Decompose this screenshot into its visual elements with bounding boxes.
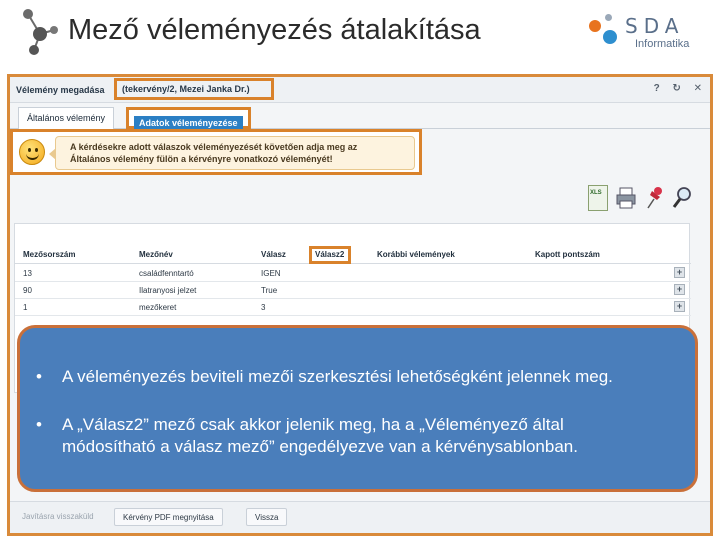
explanation-callout: • A véleményezés beviteli mezői szerkesz… bbox=[17, 325, 698, 492]
cell-field-name: Ilatranyosi jelzet bbox=[139, 286, 197, 295]
open-pdf-button[interactable]: Kérvény PDF megnyitása bbox=[114, 508, 223, 526]
slide-title: Mező véleményezés átalakítása bbox=[68, 14, 481, 46]
bullet-text: A véleményezés beviteli mezői szerkeszté… bbox=[62, 367, 613, 386]
expand-row-button[interactable]: + bbox=[674, 284, 685, 295]
tab-data-review[interactable]: Adatok véleményezése bbox=[126, 107, 251, 130]
sda-logo: SDA Informatika bbox=[587, 12, 712, 56]
smiley-icon bbox=[19, 139, 45, 165]
notice-line: Általános vélemény fülön a kérvényre von… bbox=[70, 154, 333, 164]
brand-subtitle: Informatika bbox=[635, 38, 690, 50]
bullet-text-line: módosítható a válasz mező” engedélyezve … bbox=[62, 437, 578, 456]
column-header[interactable]: Kapott pontszám bbox=[535, 250, 600, 259]
column-header[interactable]: Válasz bbox=[261, 250, 286, 259]
tab-strip: Általános vélemény Adatok véleményezése bbox=[10, 103, 710, 130]
grid-header: Mezősorszám Mezőnév Válasz Válasz2 Koráb… bbox=[15, 246, 691, 264]
bullet-marker: • bbox=[36, 367, 42, 386]
expand-row-button[interactable]: + bbox=[674, 301, 685, 312]
notice-bubble: A kérdésekre adott válaszok véleményezés… bbox=[49, 136, 415, 170]
send-back-button[interactable]: Javításra visszaküld bbox=[14, 508, 102, 526]
bullet-marker: • bbox=[36, 415, 42, 434]
window-record: (tekervény/2, Mezei Janka Dr.) bbox=[122, 84, 250, 94]
cell-answer: 3 bbox=[261, 303, 266, 312]
search-icon[interactable] bbox=[672, 185, 692, 211]
cell-field-name: családfenntartó bbox=[139, 269, 194, 278]
bullet-text-line: A „Válasz2” mező csak akkor jelenik meg,… bbox=[62, 415, 564, 434]
window-controls[interactable]: ? ↻ ✕ bbox=[654, 83, 702, 94]
logo-dot-icon bbox=[589, 20, 601, 32]
cell-field-number: 13 bbox=[23, 269, 32, 278]
notice-line: A kérdésekre adott válaszok véleményezés… bbox=[70, 142, 358, 152]
grid-toolbar bbox=[588, 185, 698, 215]
cell-field-name: mezőkeret bbox=[139, 303, 177, 312]
cell-field-number: 90 bbox=[23, 286, 32, 295]
bullet-text-block: A „Válasz2” mező csak akkor jelenik meg,… bbox=[62, 414, 578, 458]
cell-answer: True bbox=[261, 286, 278, 295]
column-header[interactable]: Mezőnév bbox=[139, 250, 173, 259]
cell-field-number: 1 bbox=[23, 303, 28, 312]
molecule-logo-icon bbox=[23, 9, 58, 55]
expand-row-button[interactable]: + bbox=[674, 267, 685, 278]
column-header[interactable]: Mezősorszám bbox=[23, 250, 75, 259]
column-header-answer2[interactable]: Válasz2 bbox=[315, 250, 344, 259]
info-notice: A kérdésekre adott válaszok véleményezés… bbox=[10, 129, 422, 175]
print-icon[interactable] bbox=[616, 185, 636, 211]
table-row[interactable]: 13 családfenntartó IGEN + bbox=[15, 265, 691, 282]
tab-data-review-label: Adatok véleményezése bbox=[134, 116, 243, 130]
window-title: Vélemény megadása bbox=[16, 85, 105, 95]
cell-answer: IGEN bbox=[261, 269, 281, 278]
tab-general-opinion[interactable]: Általános vélemény bbox=[18, 107, 115, 129]
excel-export-icon[interactable] bbox=[588, 185, 608, 211]
back-button[interactable]: Vissza bbox=[246, 508, 288, 526]
table-row[interactable]: 1 mezőkeret 3 + bbox=[15, 299, 691, 316]
window-titlebar: Vélemény megadása (tekervény/2, Mezei Ja… bbox=[10, 77, 710, 103]
column-header[interactable]: Korábbi vélemények bbox=[377, 250, 455, 259]
pin-icon[interactable] bbox=[644, 185, 664, 211]
action-bar: Javításra visszaküld Kérvény PDF megnyit… bbox=[10, 501, 710, 533]
logo-dot-icon bbox=[605, 14, 612, 21]
table-row[interactable]: 90 Ilatranyosi jelzet True + bbox=[15, 282, 691, 299]
brand-name: SDA bbox=[625, 14, 685, 38]
logo-dot-icon bbox=[603, 30, 617, 44]
